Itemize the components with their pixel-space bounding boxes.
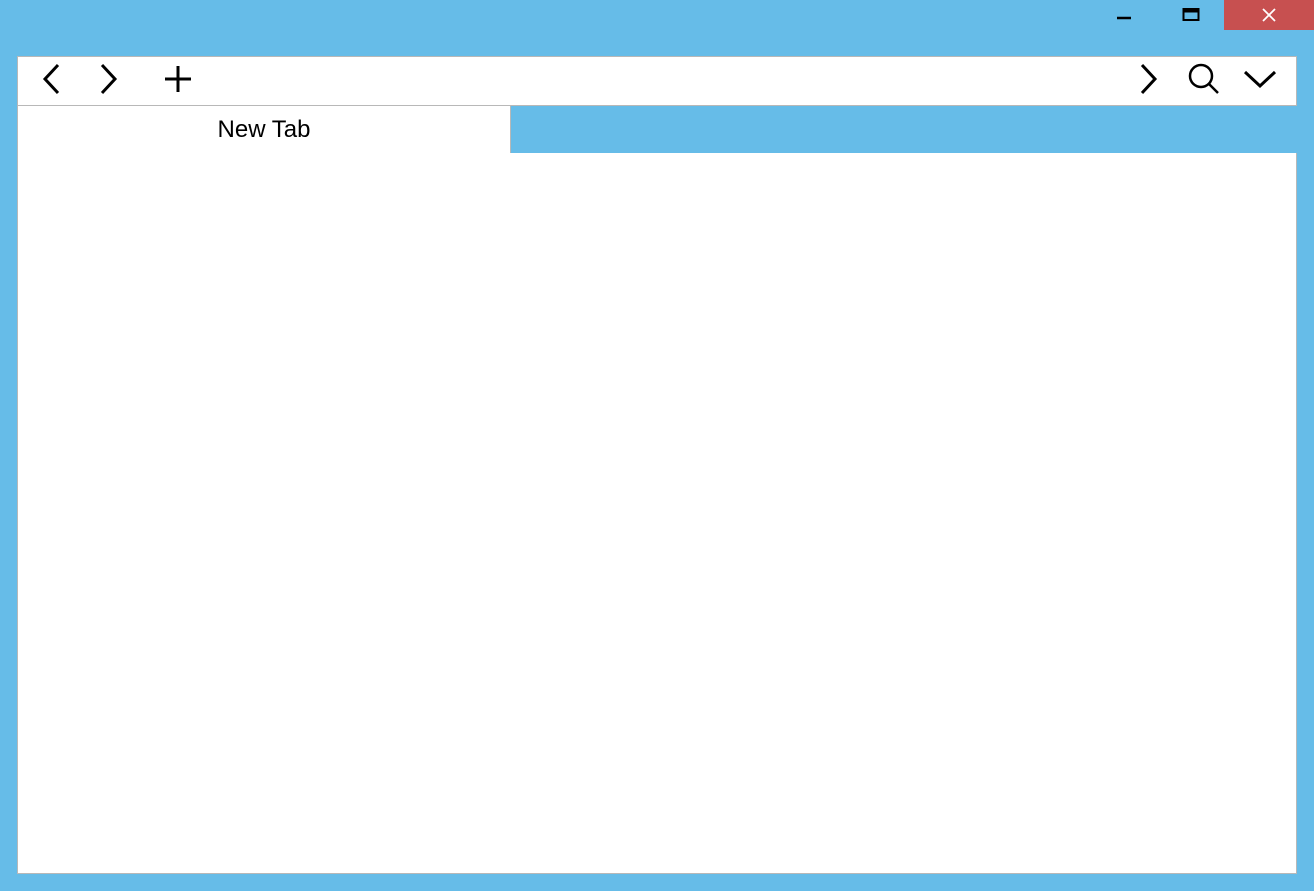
close-button[interactable] bbox=[1224, 0, 1314, 30]
minimize-icon bbox=[1116, 7, 1132, 23]
tab-label: New Tab bbox=[218, 116, 311, 144]
nav-left-group bbox=[18, 57, 206, 105]
tab-new-tab[interactable]: New Tab bbox=[17, 106, 511, 153]
go-button[interactable] bbox=[1120, 57, 1176, 105]
toolbar bbox=[17, 56, 1297, 106]
new-tab-button[interactable] bbox=[150, 57, 206, 105]
chevron-right-icon bbox=[1133, 62, 1163, 101]
maximize-button[interactable] bbox=[1157, 0, 1224, 30]
nav-right-group bbox=[1120, 57, 1296, 105]
window-controls bbox=[1090, 0, 1314, 41]
back-button[interactable] bbox=[24, 57, 80, 105]
search-icon bbox=[1187, 62, 1221, 101]
minimize-button[interactable] bbox=[1090, 0, 1157, 30]
plus-icon bbox=[162, 63, 194, 100]
chevron-down-icon bbox=[1242, 67, 1278, 96]
search-button[interactable] bbox=[1176, 57, 1232, 105]
forward-button[interactable] bbox=[80, 57, 136, 105]
content-area bbox=[17, 153, 1297, 874]
tab-strip: New Tab bbox=[17, 106, 1297, 153]
chevron-right-icon bbox=[93, 62, 123, 101]
window-titlebar bbox=[0, 0, 1314, 41]
maximize-icon bbox=[1182, 7, 1200, 23]
close-icon bbox=[1261, 7, 1277, 23]
chevron-left-icon bbox=[37, 62, 67, 101]
menu-button[interactable] bbox=[1232, 57, 1288, 105]
